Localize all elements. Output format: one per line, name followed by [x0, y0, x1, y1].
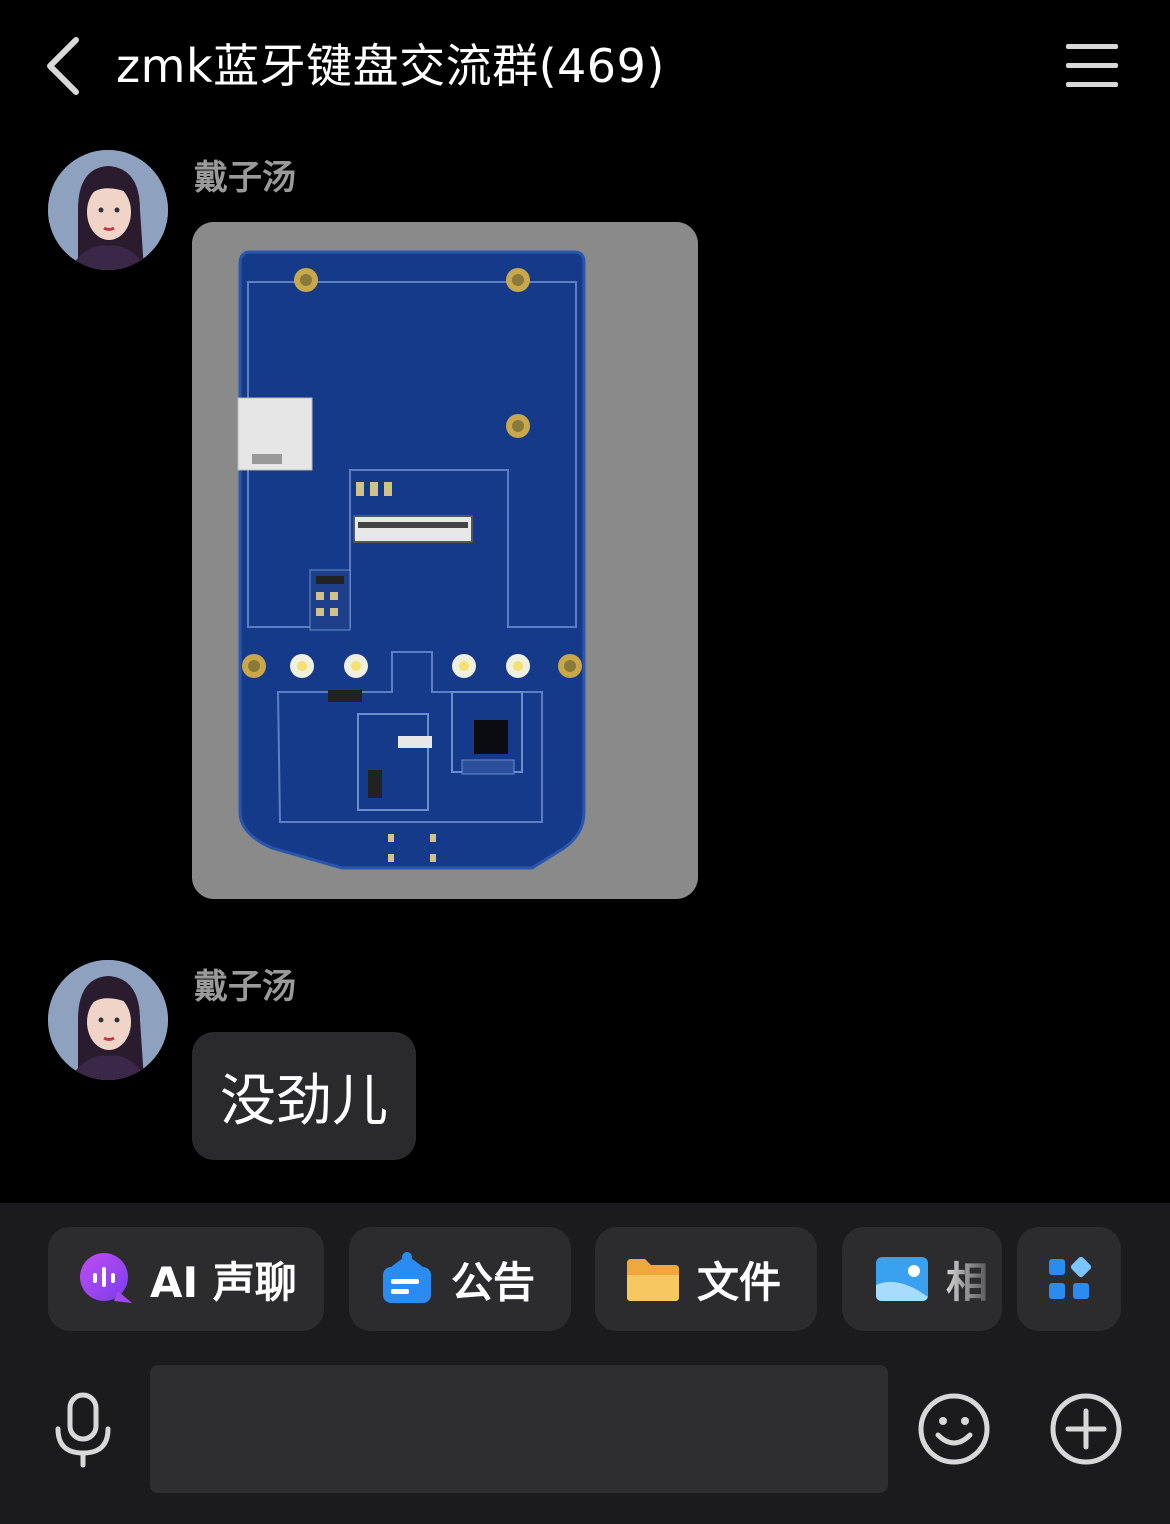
shortcut-more-apps[interactable] — [1017, 1227, 1121, 1331]
avatar-portrait-icon — [48, 960, 168, 1080]
apps-grid-icon — [1049, 1257, 1091, 1299]
add-icon[interactable] — [1048, 1391, 1124, 1467]
shortcut-album[interactable]: 相 — [842, 1227, 1002, 1331]
pcb-board-image — [192, 222, 698, 899]
sender-name: 戴子汤 — [194, 158, 296, 198]
album-icon — [876, 1257, 928, 1301]
shortcut-label: AI 声聊 — [150, 1257, 297, 1307]
message-bubble[interactable]: 没劲儿 — [192, 1032, 416, 1160]
shortcut-label: 文件 — [697, 1257, 782, 1307]
announcement-icon — [383, 1252, 431, 1303]
avatar-portrait-icon — [48, 150, 168, 270]
shortcut-files[interactable]: 文件 — [595, 1227, 817, 1331]
message-text: 没劲儿 — [220, 1068, 388, 1134]
avatar[interactable] — [48, 960, 168, 1080]
message-image[interactable] — [192, 222, 698, 899]
emoji-icon[interactable] — [916, 1391, 992, 1467]
message-input[interactable] — [150, 1365, 888, 1493]
folder-icon — [627, 1259, 679, 1301]
avatar[interactable] — [48, 150, 168, 270]
chip-fade — [932, 1227, 1002, 1331]
bottom-panel: AI 声聊 公告 文件 相 — [0, 1203, 1170, 1524]
shortcut-label: 公告 — [451, 1257, 536, 1307]
shortcut-ai-voice-chat[interactable]: AI 声聊 — [48, 1227, 324, 1331]
back-arrow-icon[interactable] — [40, 34, 90, 98]
chat-header: zmk蓝牙键盘交流群(469) — [0, 0, 1170, 135]
menu-icon[interactable] — [1064, 42, 1120, 90]
chat-title: zmk蓝牙键盘交流群(469) — [116, 39, 665, 93]
microphone-icon[interactable] — [50, 1391, 116, 1469]
sender-name: 戴子汤 — [194, 967, 296, 1007]
ai-voice-chat-icon — [80, 1253, 132, 1303]
shortcut-announcement[interactable]: 公告 — [349, 1227, 571, 1331]
